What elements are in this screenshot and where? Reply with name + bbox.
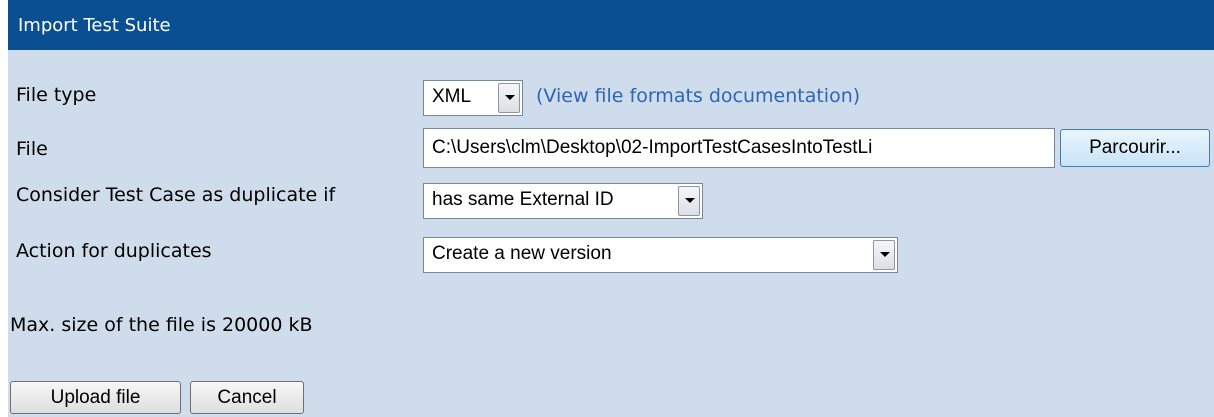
- chevron-down-icon[interactable]: [873, 240, 895, 270]
- file-type-select[interactable]: XML: [423, 80, 523, 116]
- action-for-duplicates-value: Create a new version: [432, 243, 612, 264]
- file-type-value: XML: [432, 86, 472, 107]
- chevron-down-icon[interactable]: [678, 186, 700, 216]
- file-type-label: File type: [16, 84, 97, 106]
- browse-button[interactable]: Parcourir...: [1060, 129, 1210, 167]
- import-test-suite-panel: Import Test Suite File type XML (View fi…: [0, 0, 1214, 417]
- max-size-note: Max. size of the file is 20000 kB: [10, 314, 313, 336]
- file-formats-doc-link[interactable]: (View file formats documentation): [536, 85, 860, 107]
- file-label: File: [16, 138, 48, 160]
- duplicate-criterion-label: Consider Test Case as duplicate if: [16, 184, 336, 206]
- title-bar: Import Test Suite: [8, 0, 1214, 50]
- cancel-button[interactable]: Cancel: [190, 381, 304, 414]
- duplicate-criterion-select[interactable]: has same External ID: [423, 183, 703, 219]
- chevron-down-icon[interactable]: [498, 83, 520, 113]
- panel-title: Import Test Suite: [18, 15, 171, 36]
- action-for-duplicates-select[interactable]: Create a new version: [423, 237, 898, 273]
- duplicate-criterion-value: has same External ID: [432, 189, 614, 210]
- upload-file-button[interactable]: Upload file: [10, 381, 181, 414]
- action-for-duplicates-label: Action for duplicates: [16, 240, 212, 262]
- file-path-input[interactable]: C:\Users\clm\Desktop\02-ImportTestCasesI…: [423, 128, 1055, 168]
